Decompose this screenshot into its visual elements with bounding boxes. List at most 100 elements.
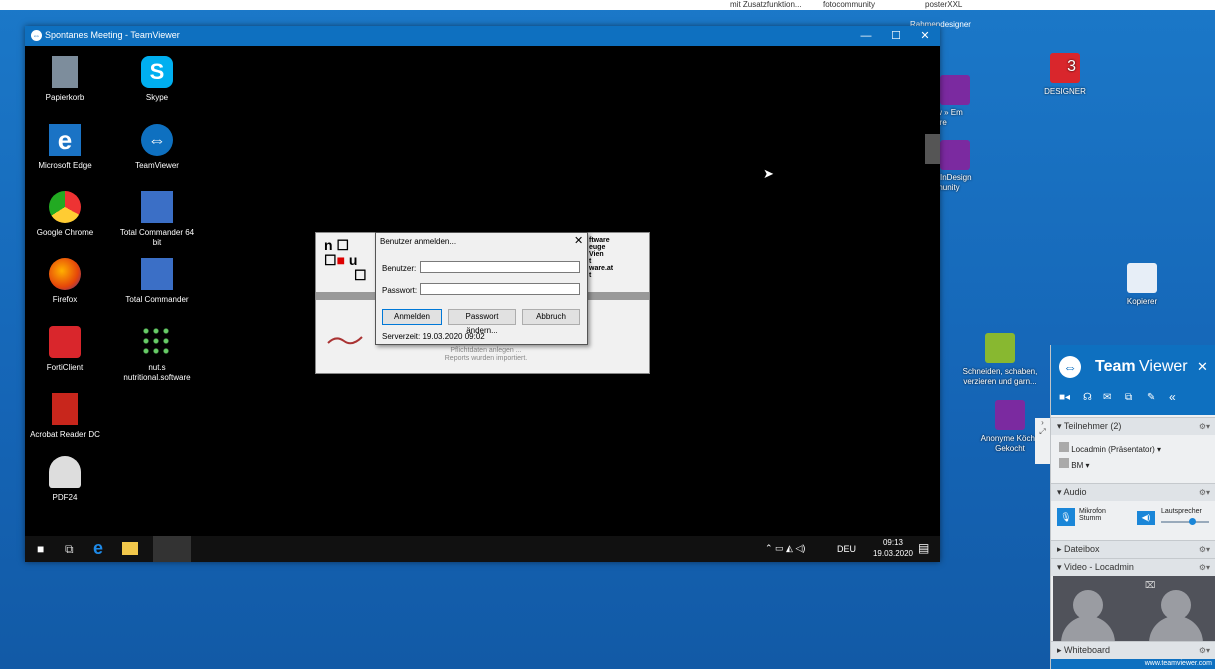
user-label: Benutzer:	[382, 264, 417, 273]
video-preview: ⌧	[1053, 576, 1215, 646]
host-desktop-icon[interactable]: 3 DESIGNER	[1020, 53, 1110, 97]
section-video-header[interactable]: ▾ Video - Locadmin ⚙▾	[1051, 558, 1215, 576]
section-whiteboard-header[interactable]: ▸ Whiteboard ⚙▾	[1051, 641, 1215, 659]
camera-off-icon[interactable]: ⌧	[1145, 580, 1155, 591]
user-icon	[1059, 442, 1069, 452]
remote-desktop: Papierkorb e Microsoft Edge Google Chrom…	[25, 46, 940, 536]
volume-slider[interactable]	[1161, 518, 1209, 525]
language-indicator[interactable]: DEU	[837, 544, 856, 554]
chevron-down-icon: ▾	[1057, 421, 1064, 431]
remote-desktop-icon[interactable]: Firefox	[25, 258, 105, 305]
file-explorer-icon[interactable]	[122, 542, 138, 555]
headset-icon[interactable]: ☊	[1083, 392, 1092, 403]
acrobat-icon	[52, 393, 78, 425]
minimize-button[interactable]: —	[851, 26, 881, 46]
firefox-icon	[995, 400, 1025, 430]
pdf24-icon	[49, 456, 81, 488]
change-password-button[interactable]: Passwort ändern...	[448, 309, 516, 335]
collapse-icon[interactable]: «	[1169, 390, 1176, 404]
volume-handle[interactable]	[1189, 518, 1196, 525]
panel-close-icon[interactable]: ✕	[1197, 359, 1208, 375]
login-button[interactable]: Anmelden	[382, 309, 442, 325]
teamviewer-control-panel: ⇔ Team Viewer ✕ ■◂ ☊ ✉ ⧉ ✎ « ▾ Teilnehme…	[1050, 345, 1215, 669]
mouse-cursor-icon: ➤	[763, 166, 774, 181]
teamviewer-icon: ⇔	[141, 124, 173, 156]
remote-desktop-icon[interactable]: Total Commander 64 bit	[117, 191, 197, 248]
pen-icon[interactable]: ✎	[1147, 392, 1155, 403]
speaker-label: Lautsprecher	[1161, 508, 1202, 515]
total-commander-icon	[141, 258, 173, 290]
topbar-item[interactable]: posterXXL	[925, 0, 962, 9]
edge-taskbar-icon[interactable]: e	[93, 538, 103, 559]
task-view-icon[interactable]: ⧉	[65, 542, 74, 557]
side-handle[interactable]	[925, 134, 940, 164]
brand-team: Team	[1095, 358, 1136, 375]
server-time: Serverzeit: 19.03.2020 09:02	[382, 332, 485, 341]
chat-icon[interactable]: ✉	[1103, 392, 1111, 403]
microphone-muted-icon[interactable]: 🎙	[1057, 508, 1075, 526]
remote-desktop-icon[interactable]: e Microsoft Edge	[25, 124, 105, 171]
host-desktop-icon[interactable]: Kopierer	[1097, 263, 1187, 307]
firefox-icon	[940, 75, 970, 105]
options-icon[interactable]: ⚙▾	[1199, 541, 1210, 558]
chrome-icon	[49, 191, 81, 223]
chevron-down-icon: ▾	[1057, 562, 1065, 572]
recycle-bin-icon	[52, 56, 78, 88]
participant-row[interactable]: BM ▾	[1059, 458, 1089, 470]
options-icon[interactable]: ⚙▾	[1199, 642, 1210, 659]
remote-taskbar: ■ ⧉ e ⌃ ▭ ◭ ◁) DEU 09:13 19.03.2020 ▤	[25, 536, 940, 562]
panel-footer[interactable]: www.teamviewer.com	[1051, 659, 1215, 669]
remote-desktop-icon[interactable]: FortiClient	[25, 326, 105, 373]
teamviewer-icon: ⇔	[31, 30, 42, 41]
clock-date[interactable]: 19.03.2020	[863, 549, 923, 558]
login-dialog: Benutzer anmelden... ✕ Benutzer: Passwor…	[375, 232, 588, 345]
remote-desktop-icon[interactable]: Total Commander	[117, 258, 197, 305]
remote-desktop-icon[interactable]: Papierkorb	[25, 56, 105, 103]
cancel-button[interactable]: Abbruch	[522, 309, 580, 325]
edge-icon: e	[49, 124, 81, 156]
options-icon[interactable]: ⚙▾	[1199, 484, 1210, 501]
topbar-item[interactable]: mit Zusatzfunktion...	[730, 0, 802, 9]
camera-icon[interactable]: ■◂	[1059, 392, 1070, 403]
window-titlebar[interactable]: ⇔ Spontanes Meeting - TeamViewer — ☐ ✕	[25, 26, 940, 46]
options-icon[interactable]: ⚙▾	[1199, 559, 1210, 576]
document-icon	[1127, 263, 1157, 293]
chevron-right-icon: ▸	[1057, 645, 1065, 655]
options-icon[interactable]: ⚙▾	[1199, 418, 1210, 435]
participant-row[interactable]: Locadmin (Präsentator) ▾	[1059, 442, 1161, 454]
speaker-icon[interactable]: ◀)	[1137, 511, 1155, 525]
section-audio-header[interactable]: ▾ Audio ⚙▾	[1051, 483, 1215, 501]
firefox-icon	[940, 140, 970, 170]
remote-desktop-icon[interactable]: Google Chrome	[25, 191, 105, 238]
clock-time[interactable]: 09:13	[873, 538, 913, 547]
close-button[interactable]: ✕	[910, 26, 940, 46]
host-desktop-icon[interactable]: Schneiden, schaben, verzieren und garn..…	[955, 333, 1045, 387]
section-participants-header[interactable]: ▾ Teilnehmer (2) ⚙▾	[1051, 417, 1215, 435]
tray-icons[interactable]: ⌃ ▭ ◭ ◁)	[765, 543, 805, 554]
remote-desktop-icon[interactable]: ⇔ TeamViewer	[117, 124, 197, 171]
window-title: Spontanes Meeting - TeamViewer	[45, 30, 180, 40]
forticlient-icon	[49, 326, 81, 358]
username-field[interactable]	[420, 261, 580, 273]
notification-icon[interactable]: ▤	[918, 541, 929, 555]
remote-desktop-icon[interactable]: Acrobat Reader DC	[25, 393, 105, 440]
app-status-text: Pflichtdaten anlegen ... Reports wurden …	[444, 347, 528, 362]
firefox-icon	[49, 258, 81, 290]
topbar-item[interactable]: fotocommunity	[823, 0, 875, 9]
files-icon[interactable]: ⧉	[1125, 392, 1132, 403]
maximize-button[interactable]: ☐	[881, 26, 911, 46]
teamviewer-logo-icon: ⇔	[1059, 356, 1081, 378]
panel-toggle[interactable]: › ⤢	[1035, 418, 1050, 464]
dialog-close-icon[interactable]: ✕	[574, 234, 583, 247]
total-commander-icon	[141, 191, 173, 223]
section-filebox-header[interactable]: ▸ Dateibox ⚙▾	[1051, 540, 1215, 558]
teamviewer-remote-window: ⇔ Spontanes Meeting - TeamViewer — ☐ ✕ P…	[25, 26, 940, 562]
windows-start-icon[interactable]: ■	[37, 542, 44, 556]
password-field[interactable]	[420, 283, 580, 295]
remote-desktop-icon[interactable]: S Skype	[117, 56, 197, 103]
dialog-title: Benutzer anmelden...	[380, 237, 457, 246]
remote-desktop-icon[interactable]: PDF24	[25, 456, 105, 503]
remote-desktop-icon[interactable]: nut.s nutritional.software	[117, 326, 197, 383]
nuts-taskbar-icon[interactable]	[153, 536, 191, 562]
password-label: Passwort:	[382, 286, 418, 295]
